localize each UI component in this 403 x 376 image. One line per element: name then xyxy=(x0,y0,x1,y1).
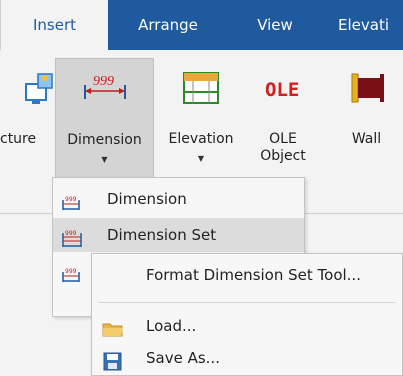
wall-label: Wall xyxy=(351,131,382,147)
submenu-item-save-as[interactable]: Save As... xyxy=(92,340,402,376)
submenu-item-load[interactable]: Load... xyxy=(92,308,402,344)
svg-text:OLE: OLE xyxy=(265,79,299,101)
dimension-dropdown-arrow-icon[interactable]: ▼ xyxy=(101,155,107,164)
submenu-item-format-dimension-set-tool[interactable]: Format Dimension Set Tool... xyxy=(92,257,402,293)
menu-item-dimension-label: Dimension xyxy=(107,190,187,208)
ole-object-button[interactable]: OLE OLE Object xyxy=(248,58,318,182)
menu-item-dimension-set-label: Dimension Set xyxy=(107,226,217,244)
save-icon xyxy=(102,348,124,371)
svg-text:999: 999 xyxy=(65,268,77,275)
tab-view[interactable]: View xyxy=(235,0,315,50)
picture-label: cture xyxy=(0,131,37,147)
elevation-dropdown-arrow-icon[interactable]: ▼ xyxy=(198,154,204,163)
submenu-item-save-as-label: Save As... xyxy=(146,349,220,367)
svg-text:999: 999 xyxy=(65,196,77,203)
ribbon-tab-bar: Insert Arrange View Elevati xyxy=(0,0,403,50)
wall-button[interactable]: Wall xyxy=(330,58,403,182)
dimension-button[interactable]: 999 Dimension ▼ xyxy=(55,58,154,182)
folder-icon xyxy=(102,316,124,337)
svg-text:999: 999 xyxy=(93,74,114,89)
elevation-icon xyxy=(181,70,221,110)
tab-arrange[interactable]: Arrange xyxy=(118,0,218,50)
elevation-label: Elevation xyxy=(168,131,234,147)
tab-insert[interactable]: Insert xyxy=(0,0,108,50)
dimension-set-submenu: Format Dimension Set Tool... Load... Sav… xyxy=(91,253,403,376)
menu-item-dimension-set[interactable]: 999 Dimension Set xyxy=(53,218,304,252)
wall-icon xyxy=(348,70,386,110)
picture-button[interactable]: cture xyxy=(0,58,54,182)
menu-item-dimension[interactable]: 999 Dimension xyxy=(53,182,304,216)
submenu-item-format-label: Format Dimension Set Tool... xyxy=(146,266,361,284)
dimension-999-icon: 999 xyxy=(81,71,129,111)
ole-object-label: OLE Object xyxy=(260,131,306,164)
submenu-separator xyxy=(98,302,396,303)
tab-elevation[interactable]: Elevati xyxy=(338,0,403,50)
elevation-button[interactable]: Elevation ▼ xyxy=(156,58,246,182)
dimension-label: Dimension xyxy=(67,132,142,148)
picture-icon xyxy=(24,70,56,112)
svg-text:999: 999 xyxy=(65,230,77,237)
format-dimension-icon: 999 xyxy=(61,262,81,282)
submenu-item-load-label: Load... xyxy=(146,317,197,335)
ole-icon: OLE xyxy=(263,68,303,108)
dimension-set-icon: 999 xyxy=(61,226,82,247)
dimension-item-icon: 999 xyxy=(61,190,81,210)
